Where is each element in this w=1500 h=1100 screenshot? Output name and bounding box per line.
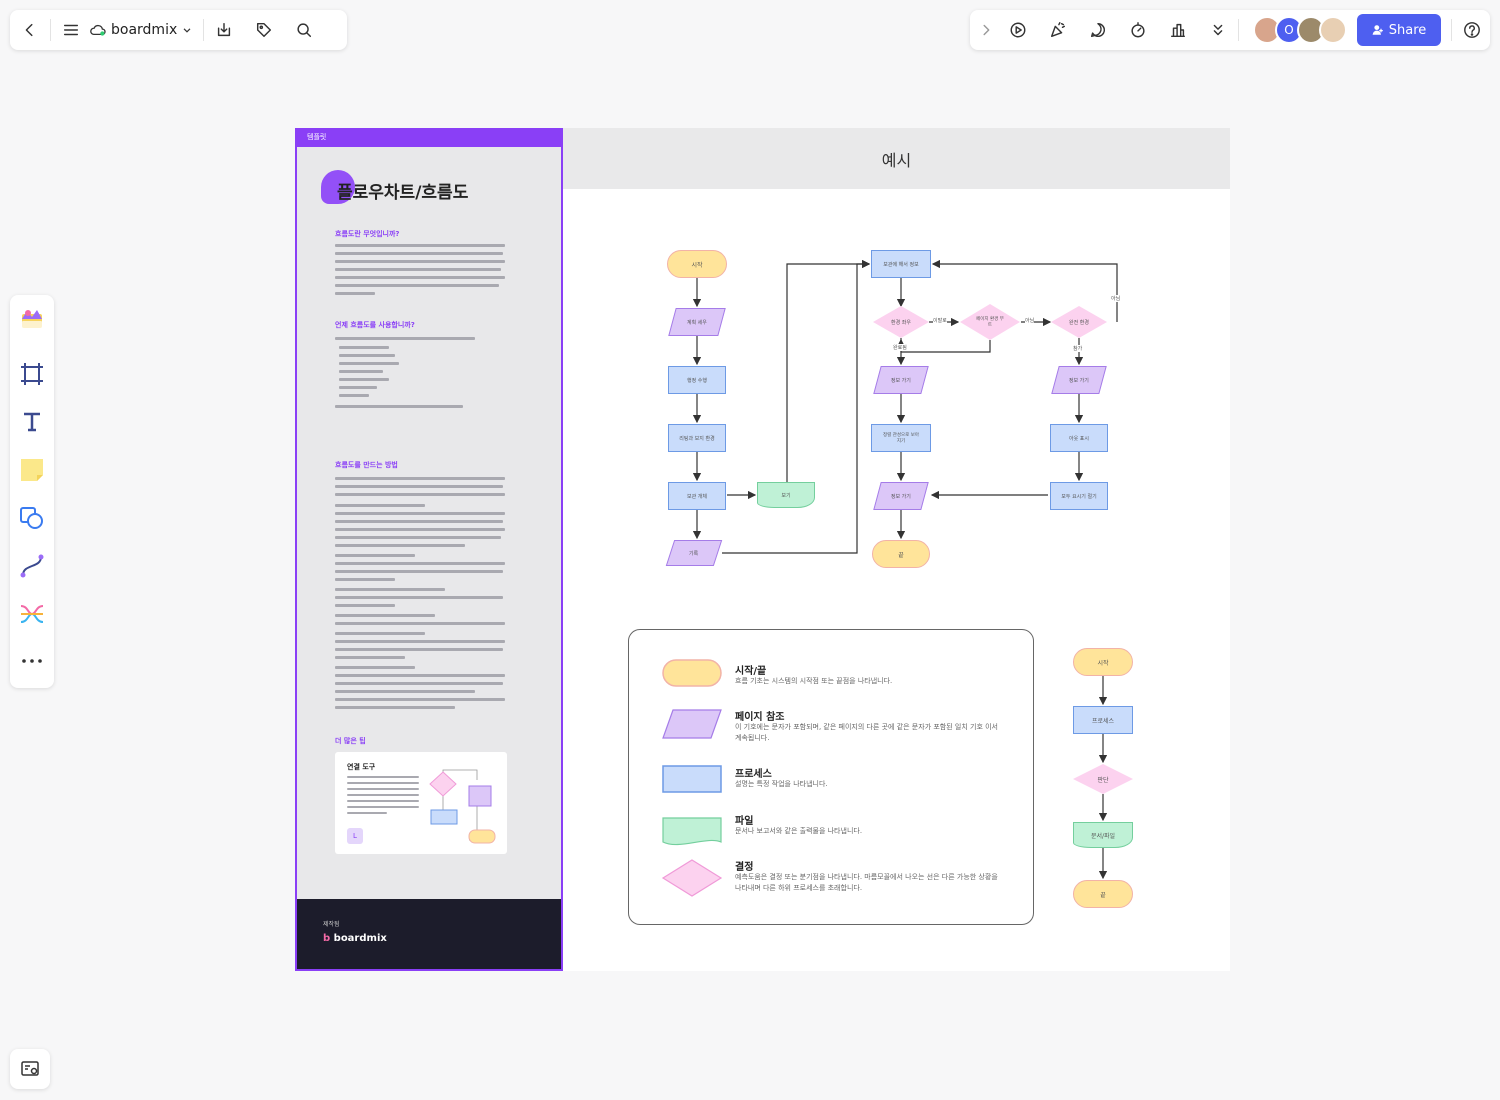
node-label: 시작 xyxy=(691,261,703,269)
node-label: 문서/파일 xyxy=(1090,832,1116,840)
legend-desc: 이 기호에는 문자가 포함되며, 같은 페이지의 다른 곳에 같은 문자가 포함… xyxy=(735,723,998,742)
flow-node-file[interactable]: 보기 xyxy=(757,482,815,508)
flowchart-canvas xyxy=(692,259,1118,880)
flow-node-input[interactable]: 정보 가기 xyxy=(1051,366,1107,394)
node-label: 끝 xyxy=(898,551,904,559)
node-label: 아웃 표시 xyxy=(1069,435,1089,442)
legend-shapes xyxy=(661,659,723,897)
legend-desc: 설명는 특정 작업을 나타냅니다. xyxy=(735,780,828,788)
node-label: 페이지 환경 부트 xyxy=(976,317,1004,328)
node-label: 행정 수행 xyxy=(687,377,707,384)
flow-node-input[interactable]: 기록 xyxy=(665,540,723,566)
node-label: 보관에 해서 정보 xyxy=(883,261,919,268)
flow-node-process[interactable]: 보관에 해서 정보 xyxy=(871,250,931,278)
mini-flow-start[interactable]: 시작 xyxy=(1073,648,1133,676)
node-label: 끝 xyxy=(1100,891,1106,899)
mini-flow-file[interactable]: 문서/파일 xyxy=(1073,822,1133,848)
mini-flow-end[interactable]: 끝 xyxy=(1073,880,1133,908)
legend-title: 파일 xyxy=(735,816,754,827)
node-label: 정보 가기 xyxy=(891,377,911,384)
node-label: 모두 요시기 절기 xyxy=(1061,493,1097,500)
node-label: 리팅과 보지 환경 xyxy=(679,435,715,442)
node-label: 판단 xyxy=(1097,776,1109,784)
legend-title: 페이지 참조 xyxy=(735,712,785,723)
flow-node-process[interactable]: 정렬 관성으로 보아지기 xyxy=(871,424,931,452)
edge-label: 아님 xyxy=(1025,317,1035,324)
node-label: 정렬 관성으로 보아지기 xyxy=(883,433,919,444)
legend-desc: 흐름 기초는 시스템의 시작점 또는 끝점을 나타냅니다. xyxy=(735,677,893,685)
node-label: 시작 xyxy=(1097,659,1109,667)
edge-label: 완료됨 xyxy=(893,344,907,351)
node-label: 보관 개체 xyxy=(687,493,707,500)
edge-label: 이말로 xyxy=(933,317,947,324)
node-label: 프로세스 xyxy=(1091,717,1115,725)
legend-desc: 문서나 보고서와 같은 출력물을 나타냅니다. xyxy=(735,827,863,835)
node-label: 기록 xyxy=(689,550,699,557)
flow-node-input[interactable]: 정보 가기 xyxy=(873,482,929,510)
legend-desc: 예측도움은 결정 또는 분기점을 나타냅니다. 마름모꼴에서 나오는 선은 다른… xyxy=(735,873,998,892)
edge-label: 참가 xyxy=(1073,345,1083,352)
flow-node-process[interactable]: 아웃 표시 xyxy=(1050,424,1108,452)
flow-node-start[interactable]: 시작 xyxy=(667,250,727,278)
legend-box[interactable]: 시작/끝 흐름 기초는 시스템의 시작점 또는 끝점을 나타냅니다. 페이지 참… xyxy=(628,629,1034,925)
legend-title: 결정 xyxy=(735,862,754,873)
node-label: 완전 환경 xyxy=(1069,319,1089,326)
node-label: 정보 가기 xyxy=(1069,377,1089,384)
flow-node-input[interactable]: 계획 세우 xyxy=(668,308,726,336)
node-label: 계획 세우 xyxy=(687,319,707,326)
edge-label: 아님 xyxy=(1111,295,1121,302)
legend-title: 프로세스 xyxy=(735,769,772,780)
node-label: 보기 xyxy=(781,492,791,499)
flow-node-process[interactable]: 모두 요시기 절기 xyxy=(1050,482,1108,510)
node-label: 정보 가기 xyxy=(891,493,911,500)
flow-node-process[interactable]: 보관 개체 xyxy=(668,482,726,510)
flow-node-process[interactable]: 행정 수행 xyxy=(668,366,726,394)
flow-node-end[interactable]: 끝 xyxy=(872,540,930,568)
node-label: 환경 좌우 xyxy=(891,319,911,326)
legend-title: 시작/끝 xyxy=(735,666,767,677)
flow-node-process[interactable]: 리팅과 보지 환경 xyxy=(668,424,726,452)
flow-node-input[interactable]: 정보 가기 xyxy=(873,366,929,394)
mini-flow-process[interactable]: 프로세스 xyxy=(1073,706,1133,734)
